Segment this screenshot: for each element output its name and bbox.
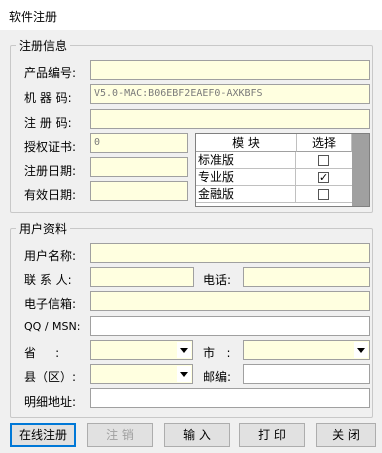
title-bar — [0, 0, 382, 30]
phone-label: 电话: — [203, 273, 232, 287]
user-name-label: 用户名称: — [24, 249, 77, 263]
reg-code-value — [91, 110, 369, 114]
contact-label: 联 系 人: — [24, 273, 72, 287]
city-select[interactable] — [243, 340, 370, 360]
postcode-input[interactable] — [243, 364, 370, 384]
online-register-button[interactable]: 在线注册 — [10, 423, 76, 447]
postcode-label: 邮编: — [203, 370, 232, 384]
module-name: 金融版 — [196, 186, 296, 202]
product-no-value — [91, 61, 369, 65]
unregister-button[interactable]: 注 销 — [87, 423, 153, 447]
module-row-finance[interactable]: 金融版 — [196, 186, 352, 203]
reg-date-label: 注册日期: — [24, 164, 77, 178]
license-input[interactable]: 0 — [90, 133, 188, 153]
machine-code-value: V5.0-MAC:B06EBF2EAEF0-AXKBFS — [94, 88, 263, 99]
module-name: 标准版 — [196, 152, 296, 168]
select-checkbox[interactable] — [318, 188, 329, 200]
phone-input[interactable] — [243, 267, 370, 287]
address-label: 明细地址: — [24, 395, 77, 409]
license-value: 0 — [94, 137, 101, 148]
register-info-legend: 注册信息 — [16, 37, 71, 54]
chevron-down-icon[interactable] — [177, 342, 191, 358]
chevron-down-icon[interactable] — [177, 366, 191, 382]
user-info-legend: 用户资料 — [16, 220, 71, 237]
grid-scrollbar[interactable] — [352, 134, 369, 206]
valid-date-input[interactable] — [90, 181, 188, 201]
close-button[interactable]: 关 闭 — [316, 423, 376, 447]
address-input[interactable] — [90, 388, 370, 408]
email-input[interactable] — [90, 291, 370, 311]
machine-code-label: 机 器 码: — [24, 91, 72, 105]
qq-msn-input[interactable] — [90, 316, 370, 336]
window-title: 软件注册 — [9, 10, 58, 24]
valid-date-value — [91, 182, 187, 186]
contact-input[interactable] — [90, 267, 194, 287]
select-checkbox[interactable]: ✓ — [318, 171, 329, 183]
city-label: 市 : — [203, 346, 231, 360]
qq-msn-label: QQ / MSN: — [24, 320, 81, 333]
import-button[interactable]: 输 入 — [164, 423, 230, 447]
reg-date-value — [91, 158, 187, 162]
print-button[interactable]: 打 印 — [239, 423, 305, 447]
chevron-down-icon[interactable] — [354, 342, 368, 358]
reg-code-label: 注 册 码: — [24, 116, 72, 130]
product-no-input[interactable] — [90, 60, 370, 80]
valid-date-label: 有效日期: — [24, 188, 77, 202]
product-no-label: 产品编号: — [24, 66, 77, 80]
province-label: 省 : — [24, 346, 60, 360]
module-header: 模 块 — [196, 134, 297, 152]
module-grid[interactable]: 模 块 选择 标准版 专业版 ✓ 金融版 — [195, 133, 370, 207]
license-label: 授权证书: — [24, 140, 77, 154]
reg-date-input[interactable] — [90, 157, 188, 177]
select-checkbox[interactable] — [318, 154, 329, 166]
select-header: 选择 — [297, 134, 352, 152]
user-name-input[interactable] — [90, 243, 370, 263]
county-label: 县（区）: — [24, 370, 77, 384]
machine-code-input[interactable]: V5.0-MAC:B06EBF2EAEF0-AXKBFS — [90, 84, 370, 104]
province-select[interactable] — [90, 340, 193, 360]
module-row-professional[interactable]: 专业版 ✓ — [196, 169, 352, 186]
reg-code-input[interactable] — [90, 109, 370, 129]
county-select[interactable] — [90, 364, 193, 384]
email-label: 电子信箱: — [24, 297, 77, 311]
module-row-standard[interactable]: 标准版 — [196, 152, 352, 169]
module-name: 专业版 — [196, 169, 296, 185]
